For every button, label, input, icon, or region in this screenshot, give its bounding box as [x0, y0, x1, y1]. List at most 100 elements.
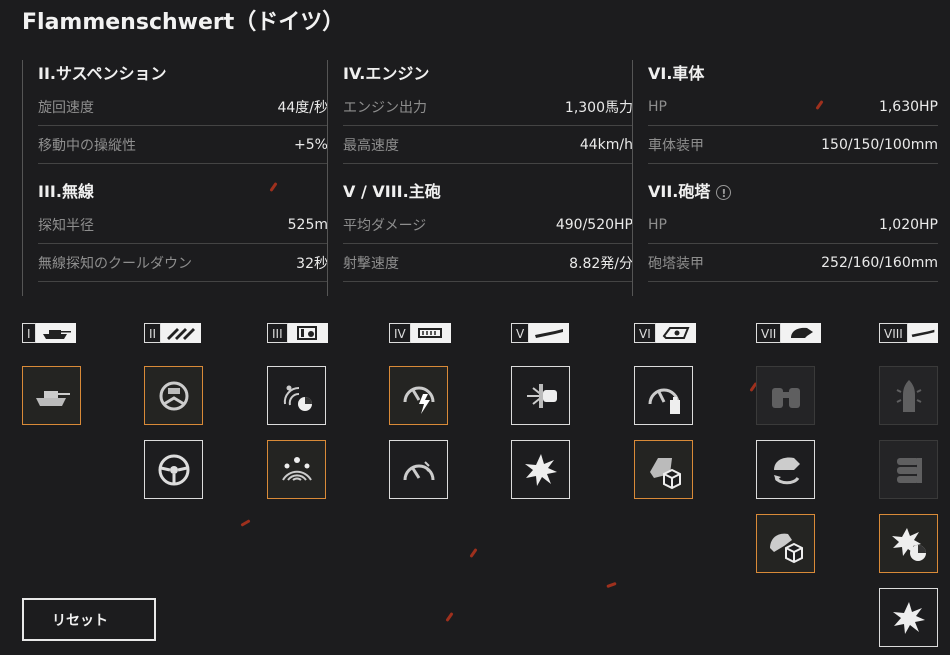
stat-value: 150/150/100mm — [821, 136, 938, 153]
gun-icon — [529, 323, 570, 343]
module-radio-detection[interactable] — [267, 440, 326, 499]
tier-numeral: VI — [634, 323, 656, 343]
stat-row: HP 1,630HP — [648, 88, 938, 126]
stat-label: HP — [648, 98, 667, 115]
explosion-icon — [524, 453, 557, 486]
explosion-icon — [892, 601, 925, 634]
stats-column-1: II.サスペンション 旋回速度 44度/秒 移動中の操縦性 +5% III.無線 探… — [22, 60, 328, 296]
tier-header: II — [144, 322, 202, 344]
tier-numeral: I — [22, 323, 36, 343]
stat-value: 44km/h — [579, 136, 633, 153]
module-engine-speed[interactable] — [389, 440, 448, 499]
stat-value: 252/160/160mm — [821, 254, 938, 271]
stat-label: HP — [648, 216, 667, 233]
module-suspension-handling[interactable] — [144, 440, 203, 499]
tier-numeral: III — [267, 323, 288, 343]
radio-range-icon — [283, 385, 312, 411]
reset-button[interactable]: リセット — [22, 598, 156, 641]
page-title: Flammenschwert（ドイツ） — [22, 10, 345, 35]
tier-numeral: II — [144, 323, 162, 343]
stat-label: 無線探知のクールダウン — [38, 255, 192, 272]
stats-section: II.サスペンション 旋回速度 44度/秒 移動中の操縦性 +5% — [38, 60, 328, 178]
section-title: V / VIII.主砲 — [343, 182, 441, 201]
tier-header: VIII — [879, 322, 938, 344]
engine-power-icon — [403, 386, 434, 414]
stat-value: 32秒 — [296, 255, 328, 272]
radio-detection-icon — [281, 456, 312, 481]
gun-icon — [907, 323, 938, 343]
stat-row: 無線探知のクールダウン 32秒 — [38, 244, 328, 282]
reload-burst-icon — [891, 527, 926, 561]
stat-label: エンジン出力 — [343, 99, 427, 116]
stat-row: 探知半径 525m — [38, 206, 328, 244]
tier-numeral: IV — [389, 323, 411, 343]
stats-section: V / VIII.主砲 平均ダメージ 490/520HP 射撃速度 8.82発/分 — [343, 178, 633, 296]
section-title: III.無線 — [38, 182, 94, 201]
module-turret-traverse[interactable] — [756, 440, 815, 499]
section-title: VII.砲塔 — [648, 182, 711, 201]
module-engine-power[interactable] — [389, 366, 448, 425]
stat-value: 525m — [287, 216, 328, 233]
tier-numeral: VII — [756, 323, 782, 343]
stat-label: 砲塔装甲 — [648, 255, 704, 272]
stat-label: 旋回速度 — [38, 99, 94, 116]
tier-header: V — [511, 322, 570, 344]
hull-hp-icon — [648, 388, 680, 414]
turret-icon — [781, 323, 822, 343]
turret-traverse-icon — [773, 457, 800, 484]
stats-section: IV.エンジン エンジン出力 1,300馬力 最高速度 44km/h — [343, 60, 633, 178]
module-chassis-tier1[interactable] — [22, 366, 81, 425]
stat-value: 8.82発/分 — [569, 255, 633, 272]
module-gun-ammo[interactable] — [879, 440, 938, 499]
stat-row: 車体装甲 150/150/100mm — [648, 126, 938, 164]
module-gun-damage[interactable] — [511, 366, 570, 425]
module-gun-shell[interactable] — [879, 366, 938, 425]
warning-icon[interactable]: ! — [716, 184, 732, 200]
turret-armor-icon — [769, 533, 803, 563]
module-turret-vision[interactable] — [756, 366, 815, 425]
stat-row: エンジン出力 1,300馬力 — [343, 88, 633, 126]
stat-value: 44度/秒 — [277, 99, 328, 116]
hull-icon — [655, 323, 696, 343]
stats-column-3: VI.車体 HP 1,630HP 車体装甲 150/150/100mm VII.砲塔… — [632, 60, 938, 296]
stat-label: 車体装甲 — [648, 137, 704, 154]
tier-numeral: VIII — [879, 323, 908, 343]
suspension-traverse-icon — [159, 381, 188, 410]
module-radio-range[interactable] — [267, 366, 326, 425]
stats-column-2: IV.エンジン エンジン出力 1,300馬力 最高速度 44km/h V / VII… — [327, 60, 633, 296]
stat-label: 平均ダメージ — [343, 217, 427, 234]
module-gun-reload[interactable] — [879, 514, 938, 573]
tier-header: VI — [634, 322, 696, 344]
stat-row: 最高速度 44km/h — [343, 126, 633, 164]
tier-header: III — [267, 322, 328, 344]
module-suspension-traverse[interactable] — [144, 366, 203, 425]
section-title: VI.車体 — [648, 64, 705, 83]
stats-section: VII.砲塔! HP 1,020HP 砲塔装甲 252/160/160mm — [648, 178, 938, 296]
stat-label: 探知半径 — [38, 217, 94, 234]
tier-header: IV — [389, 322, 451, 344]
stat-row: 射撃速度 8.82発/分 — [343, 244, 633, 282]
module-hull-armor[interactable] — [634, 440, 693, 499]
stat-value: 1,300馬力 — [564, 99, 633, 116]
hull-armor-icon — [649, 457, 681, 489]
stat-value: 1,020HP — [878, 216, 938, 233]
section-title: IV.エンジン — [343, 64, 430, 83]
stat-label: 最高速度 — [343, 137, 399, 154]
module-gun-rate[interactable] — [511, 440, 570, 499]
binoculars-icon — [771, 387, 800, 408]
stat-row: 旋回速度 44度/秒 — [38, 88, 328, 126]
module-turret-armor[interactable] — [756, 514, 815, 573]
stat-row: 平均ダメージ 490/520HP — [343, 206, 633, 244]
module-hull-hp[interactable] — [634, 366, 693, 425]
ammo-icon — [896, 457, 922, 483]
speedometer-icon — [403, 460, 434, 480]
stat-value: +5% — [294, 136, 328, 153]
stat-label: 射撃速度 — [343, 255, 399, 272]
tier-numeral: V — [511, 323, 530, 343]
stats-section: III.無線 探知半径 525m 無線探知のクールダウン 32秒 — [38, 178, 328, 296]
radio-icon — [287, 323, 328, 343]
shell-icon — [896, 379, 921, 412]
module-gun-burst[interactable] — [879, 588, 938, 647]
steering-wheel-icon — [158, 454, 189, 485]
tank-icon — [35, 390, 70, 406]
